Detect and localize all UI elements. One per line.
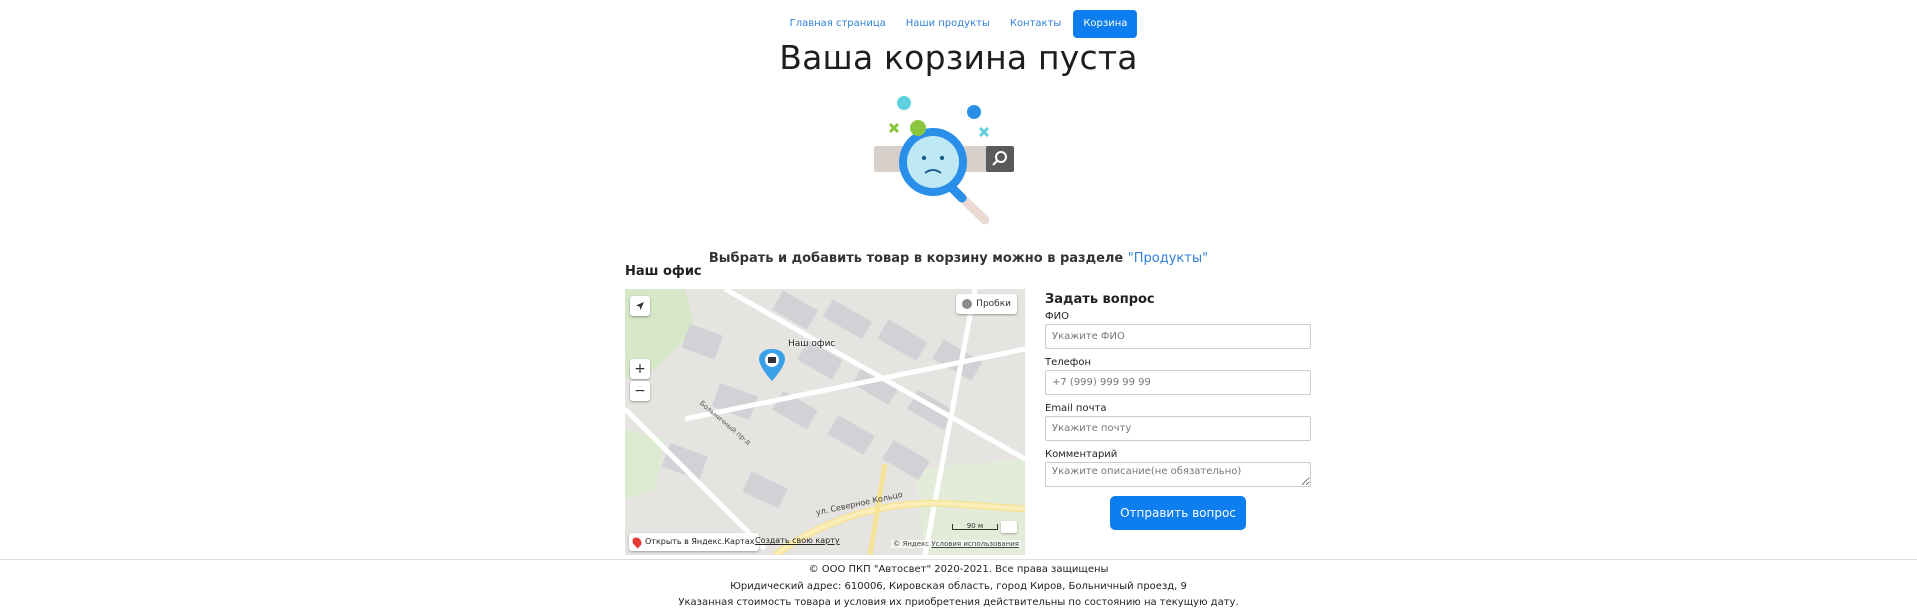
products-link[interactable]: "Продукты": [1128, 251, 1208, 266]
zoom-in-button[interactable]: +: [630, 359, 650, 379]
traffic-light-icon: [962, 299, 973, 309]
footer-disclaimer: Указанная стоимость товара и условия их …: [678, 597, 1239, 608]
traffic-button[interactable]: Пробки: [956, 294, 1017, 314]
map-copyright: © Яндекс Условия использования: [891, 540, 1021, 548]
hint-text: Выбрать и добавить товар в корзину можно…: [708, 251, 1128, 266]
zoom-out-button[interactable]: −: [630, 381, 650, 401]
phone-label: Телефон: [1045, 357, 1092, 368]
office-title: Наш офис: [625, 264, 702, 279]
email-input[interactable]: [1045, 416, 1311, 441]
ruler-button[interactable]: [1001, 521, 1017, 533]
fio-label: ФИО: [1045, 311, 1069, 322]
copyright-text: © Яндекс: [893, 540, 932, 548]
map-pin-icon: [630, 535, 644, 549]
question-form: Задать вопрос ФИО Телефон Email почта Ко…: [1045, 292, 1311, 530]
comment-label: Комментарий: [1045, 449, 1118, 460]
empty-cart-illustration: [870, 90, 1050, 240]
phone-input[interactable]: [1045, 370, 1311, 395]
geolocation-button[interactable]: [630, 296, 650, 316]
nav-cart[interactable]: Корзина: [1073, 10, 1138, 38]
footer: © ООО ПКП "Автосвет" 2020-2021. Все прав…: [0, 559, 1917, 612]
navigation-arrow-icon: [636, 302, 644, 310]
traffic-label: Пробки: [976, 299, 1011, 309]
footer-address: Юридический адрес: 610006, Кировская обл…: [730, 580, 1187, 592]
footer-copyright: © ООО ПКП "Автосвет" 2020-2021. Все прав…: [808, 564, 1109, 575]
nav-products[interactable]: Наши продукты: [896, 10, 1000, 38]
create-map-link[interactable]: Создать свою карту: [755, 536, 840, 545]
map-scale: 90 м: [952, 521, 1017, 533]
form-title: Задать вопрос: [1045, 292, 1155, 307]
comment-textarea[interactable]: [1045, 462, 1311, 487]
open-yandex-label: Открыть в Яндекс.Картах: [645, 537, 755, 546]
top-nav: Главная страница Наши продукты Контакты …: [0, 10, 1917, 38]
open-yandex-maps-button[interactable]: Открыть в Яндекс.Картах: [629, 533, 760, 551]
nav-contacts[interactable]: Контакты: [1000, 10, 1071, 38]
empty-cart-hint: Выбрать и добавить товар в корзину можно…: [0, 251, 1917, 266]
fio-input[interactable]: [1045, 324, 1311, 349]
scale-bar: 90 м: [952, 523, 998, 530]
nav-home[interactable]: Главная страница: [780, 10, 896, 38]
office-map[interactable]: + − Пробки Наш офис ул. Северное Кольцо …: [625, 289, 1025, 555]
page-title: Ваша корзина пуста: [779, 38, 1138, 77]
email-label: Email почта: [1045, 403, 1107, 414]
office-pin-label[interactable]: Наш офис: [788, 339, 835, 349]
terms-link[interactable]: Условия использования: [931, 540, 1019, 548]
submit-question-button[interactable]: Отправить вопрос: [1110, 496, 1246, 530]
